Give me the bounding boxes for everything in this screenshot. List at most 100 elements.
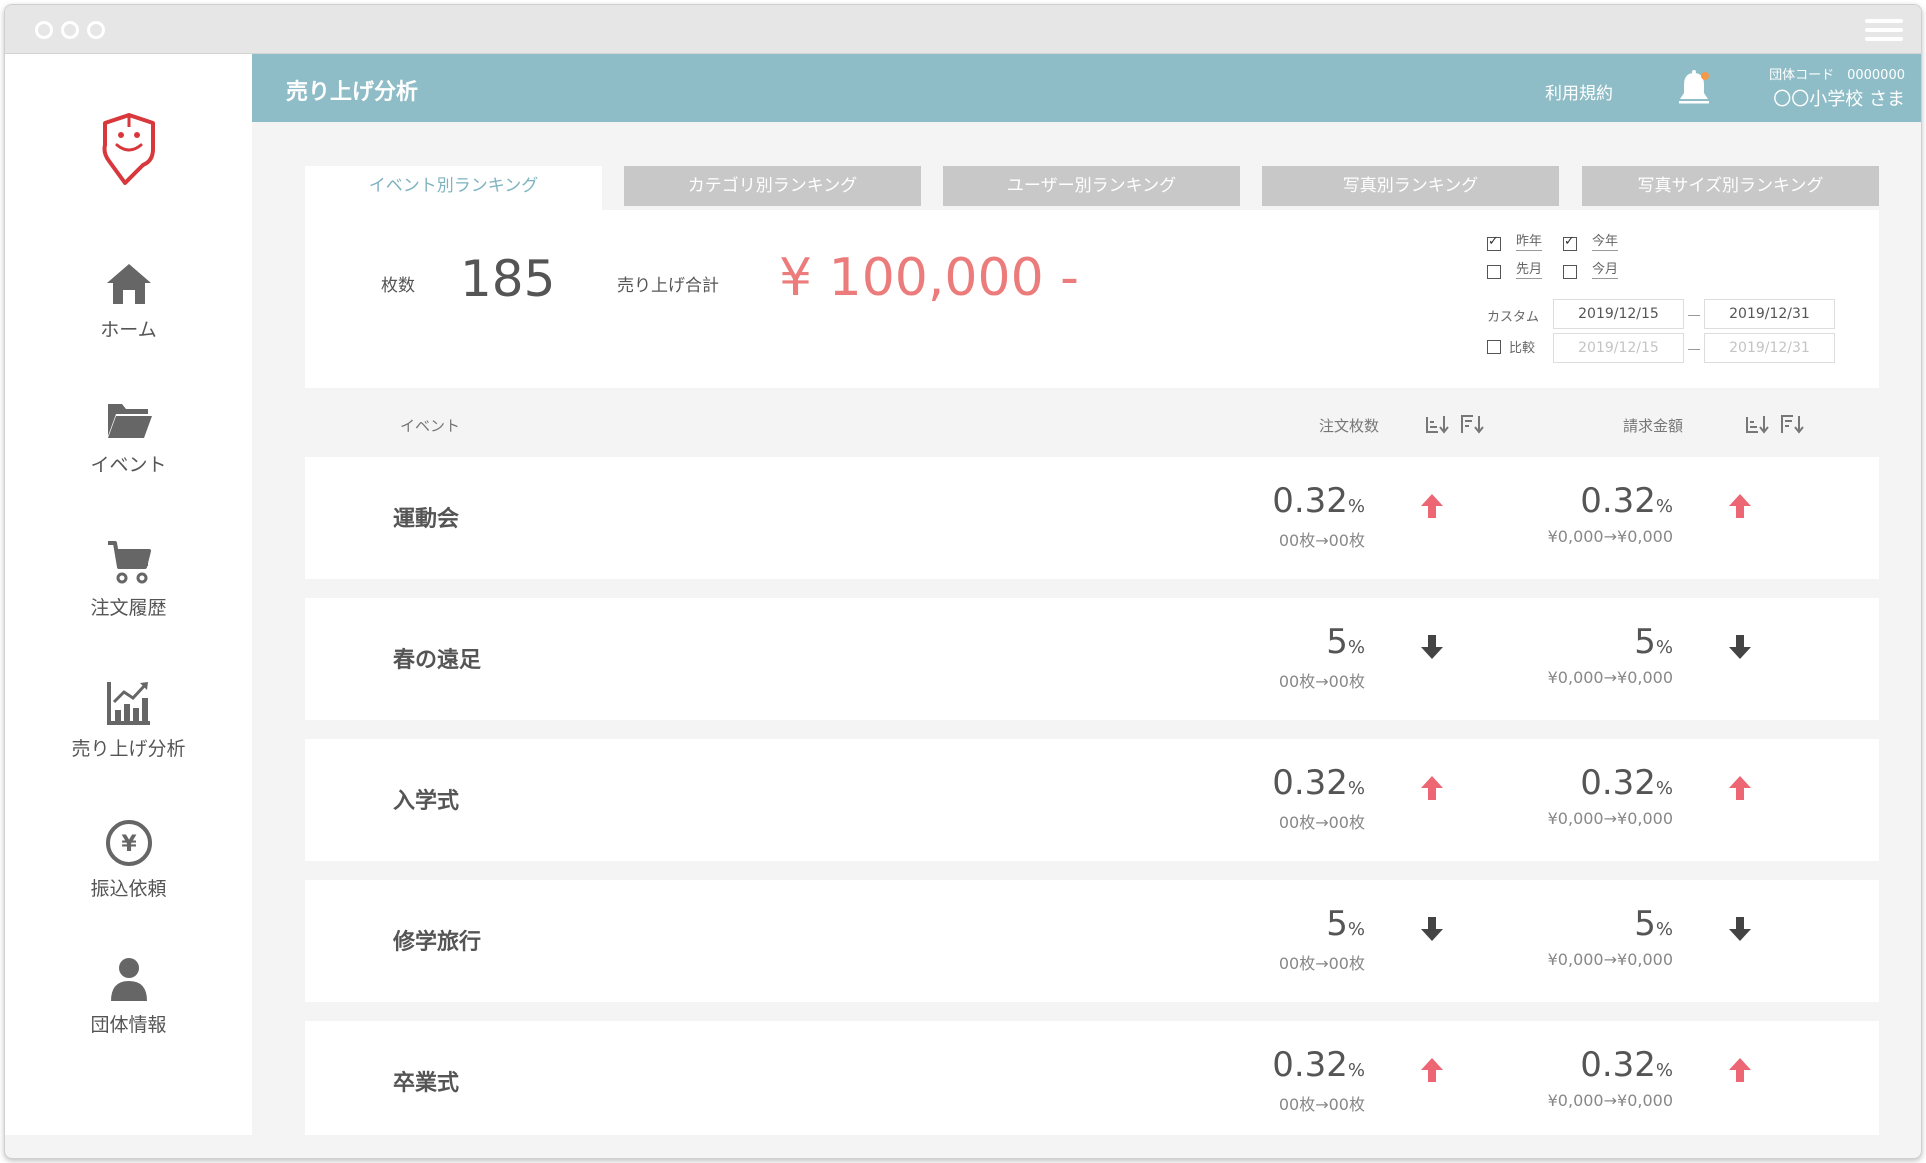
quantity-change-value: 5: [1326, 904, 1348, 944]
amount-change-detail: ¥0,000→¥0,000: [1547, 668, 1673, 687]
sort-descending-icon[interactable]: [1745, 413, 1771, 435]
amount-change-value: 0.32: [1580, 763, 1656, 803]
sort-descending-icon[interactable]: [1425, 413, 1451, 435]
sidebar-item-label: 売り上げ分析: [71, 738, 186, 760]
custom-range-label: カスタム: [1487, 310, 1540, 325]
compare-to-date-input[interactable]: 2019/12/31: [1704, 333, 1835, 363]
home-icon: [106, 264, 151, 304]
total-sales-value: ¥ 100,000 -: [779, 248, 1079, 308]
column-header-amount: 請求金額: [1623, 417, 1684, 435]
event-name: 春の遠足: [393, 648, 482, 673]
date-range-dash: [1688, 315, 1700, 316]
this-month-label: 今月: [1592, 262, 1619, 279]
hamburger-menu-icon[interactable]: [1865, 19, 1903, 41]
svg-text:¥: ¥: [121, 832, 137, 857]
ranking-table-header: イベント 注文枚数 請求金額: [305, 405, 1879, 445]
table-row[interactable]: 運動会 0.32% 00枚→00枚 0.32% ¥0,000→¥0,000: [305, 457, 1879, 579]
quantity-change-detail: 00枚→00枚: [1278, 813, 1365, 832]
compare-checkbox[interactable]: [1487, 340, 1501, 354]
event-name: 運動会: [393, 507, 460, 532]
quantity-change-detail: 00枚→00枚: [1278, 954, 1365, 973]
window-titlebar: [5, 5, 1921, 54]
custom-from-date-input[interactable]: 2019/12/15: [1553, 299, 1684, 329]
sidebar-item-label: 振込依頼: [90, 878, 167, 900]
quantity-change-unit: %: [1347, 1060, 1365, 1081]
column-header-event: イベント: [400, 417, 461, 435]
sort-ascending-icon[interactable]: [1780, 413, 1806, 435]
amount-change-value: 5: [1634, 622, 1656, 662]
sidebar-item-sales-analysis[interactable]: 売り上げ分析: [5, 678, 252, 761]
amount-change-detail: ¥0,000→¥0,000: [1547, 527, 1673, 546]
terms-link[interactable]: 利用規約: [1545, 79, 1613, 104]
quantity-change-detail: 00枚→00枚: [1278, 531, 1365, 550]
event-name: 卒業式: [393, 1071, 460, 1096]
sidebar-item-label: ホーム: [100, 319, 157, 341]
sidebar-item-label: 団体情報: [90, 1014, 167, 1036]
amount-change-unit: %: [1655, 1060, 1673, 1081]
quantity-metric: 0.32% 00枚→00枚: [1105, 1045, 1365, 1115]
quantity-metric: 0.32% 00枚→00枚: [1105, 481, 1365, 551]
count-label: 枚数: [381, 276, 415, 296]
ranking-tabs: イベント別ランキング カテゴリ別ランキング ユーザー別ランキング 写真別ランキン…: [305, 166, 1879, 210]
minimize-window-dot[interactable]: [61, 21, 79, 39]
table-row[interactable]: 卒業式 0.32% 00枚→00枚 0.32% ¥0,000→¥0,000: [305, 1021, 1879, 1135]
this-year-checkbox[interactable]: [1563, 234, 1577, 251]
amount-change-value: 0.32: [1580, 481, 1656, 521]
table-row[interactable]: 入学式 0.32% 00枚→00枚 0.32% ¥0,000→¥0,000: [305, 739, 1879, 861]
sidebar-item-event[interactable]: イベント: [5, 394, 252, 477]
trend-up-arrow-icon: [1729, 1058, 1751, 1082]
tab-photo-ranking[interactable]: 写真別ランキング: [1262, 166, 1559, 206]
last-month-label: 先月: [1516, 262, 1543, 279]
event-name: 入学式: [393, 789, 460, 814]
sort-ascending-icon[interactable]: [1460, 413, 1486, 435]
table-row[interactable]: 修学旅行 5% 00枚→00枚 5% ¥0,000→¥0,000: [305, 880, 1879, 1002]
amount-change-detail: ¥0,000→¥0,000: [1547, 809, 1673, 828]
sidebar: ホーム イベント 注文履歴 売り上げ分析 ¥ 振込依頼 団体情報: [5, 54, 252, 1135]
event-name: 修学旅行: [393, 930, 482, 955]
amount-change-unit: %: [1655, 637, 1673, 658]
amount-change-unit: %: [1655, 919, 1673, 940]
page-title: 売り上げ分析: [286, 80, 419, 105]
compare-range-dash: [1688, 349, 1700, 350]
quantity-metric: 0.32% 00枚→00枚: [1105, 763, 1365, 833]
trend-up-arrow-icon: [1729, 776, 1751, 800]
sidebar-item-label: イベント: [90, 454, 167, 476]
amount-change-unit: %: [1655, 778, 1673, 799]
tab-user-ranking[interactable]: ユーザー別ランキング: [943, 166, 1240, 206]
quantity-metric: 5% 00枚→00枚: [1105, 622, 1365, 692]
total-sales-label: 売り上げ合計: [617, 276, 719, 296]
chart-icon: [106, 682, 150, 725]
quantity-change-value: 0.32: [1272, 1045, 1348, 1085]
tab-event-ranking[interactable]: イベント別ランキング: [305, 166, 602, 210]
window-controls: [35, 21, 105, 39]
this-month-checkbox[interactable]: [1563, 265, 1577, 279]
tab-category-ranking[interactable]: カテゴリ別ランキング: [624, 166, 921, 206]
custom-to-date-input[interactable]: 2019/12/31: [1704, 299, 1835, 329]
amount-change-value: 5: [1634, 904, 1656, 944]
sidebar-item-home[interactable]: ホーム: [5, 259, 252, 342]
sidebar-item-orders[interactable]: 注文履歴: [5, 537, 252, 620]
last-month-checkbox[interactable]: [1487, 265, 1501, 279]
brand-logo-icon: [102, 113, 155, 185]
notification-bell-icon[interactable]: [1675, 68, 1713, 108]
amount-metric: 0.32% ¥0,000→¥0,000: [1413, 763, 1673, 828]
compare-label: 比較: [1509, 341, 1536, 356]
close-window-dot[interactable]: [35, 21, 53, 39]
quantity-change-value: 0.32: [1272, 763, 1348, 803]
sidebar-item-transfer-request[interactable]: ¥ 振込依頼: [5, 818, 252, 901]
amount-change-unit: %: [1655, 496, 1673, 517]
quantity-change-unit: %: [1347, 637, 1365, 658]
page-header: 売り上げ分析 利用規約 団体コード 0000000 〇〇小学校 さま: [252, 54, 1921, 122]
yen-coin-icon: ¥: [105, 820, 152, 866]
sidebar-item-label: 注文履歴: [90, 597, 167, 619]
compare-from-date-input[interactable]: 2019/12/15: [1553, 333, 1684, 363]
amount-metric: 5% ¥0,000→¥0,000: [1413, 904, 1673, 969]
quantity-change-value: 0.32: [1272, 481, 1348, 521]
table-row[interactable]: 春の遠足 5% 00枚→00枚 5% ¥0,000→¥0,000: [305, 598, 1879, 720]
last-year-checkbox[interactable]: [1487, 234, 1501, 251]
tab-photo-size-ranking[interactable]: 写真サイズ別ランキング: [1582, 166, 1879, 206]
sidebar-item-organization-info[interactable]: 団体情報: [5, 954, 252, 1037]
count-value: 185: [460, 250, 556, 308]
quantity-metric: 5% 00枚→00枚: [1105, 904, 1365, 974]
maximize-window-dot[interactable]: [87, 21, 105, 39]
